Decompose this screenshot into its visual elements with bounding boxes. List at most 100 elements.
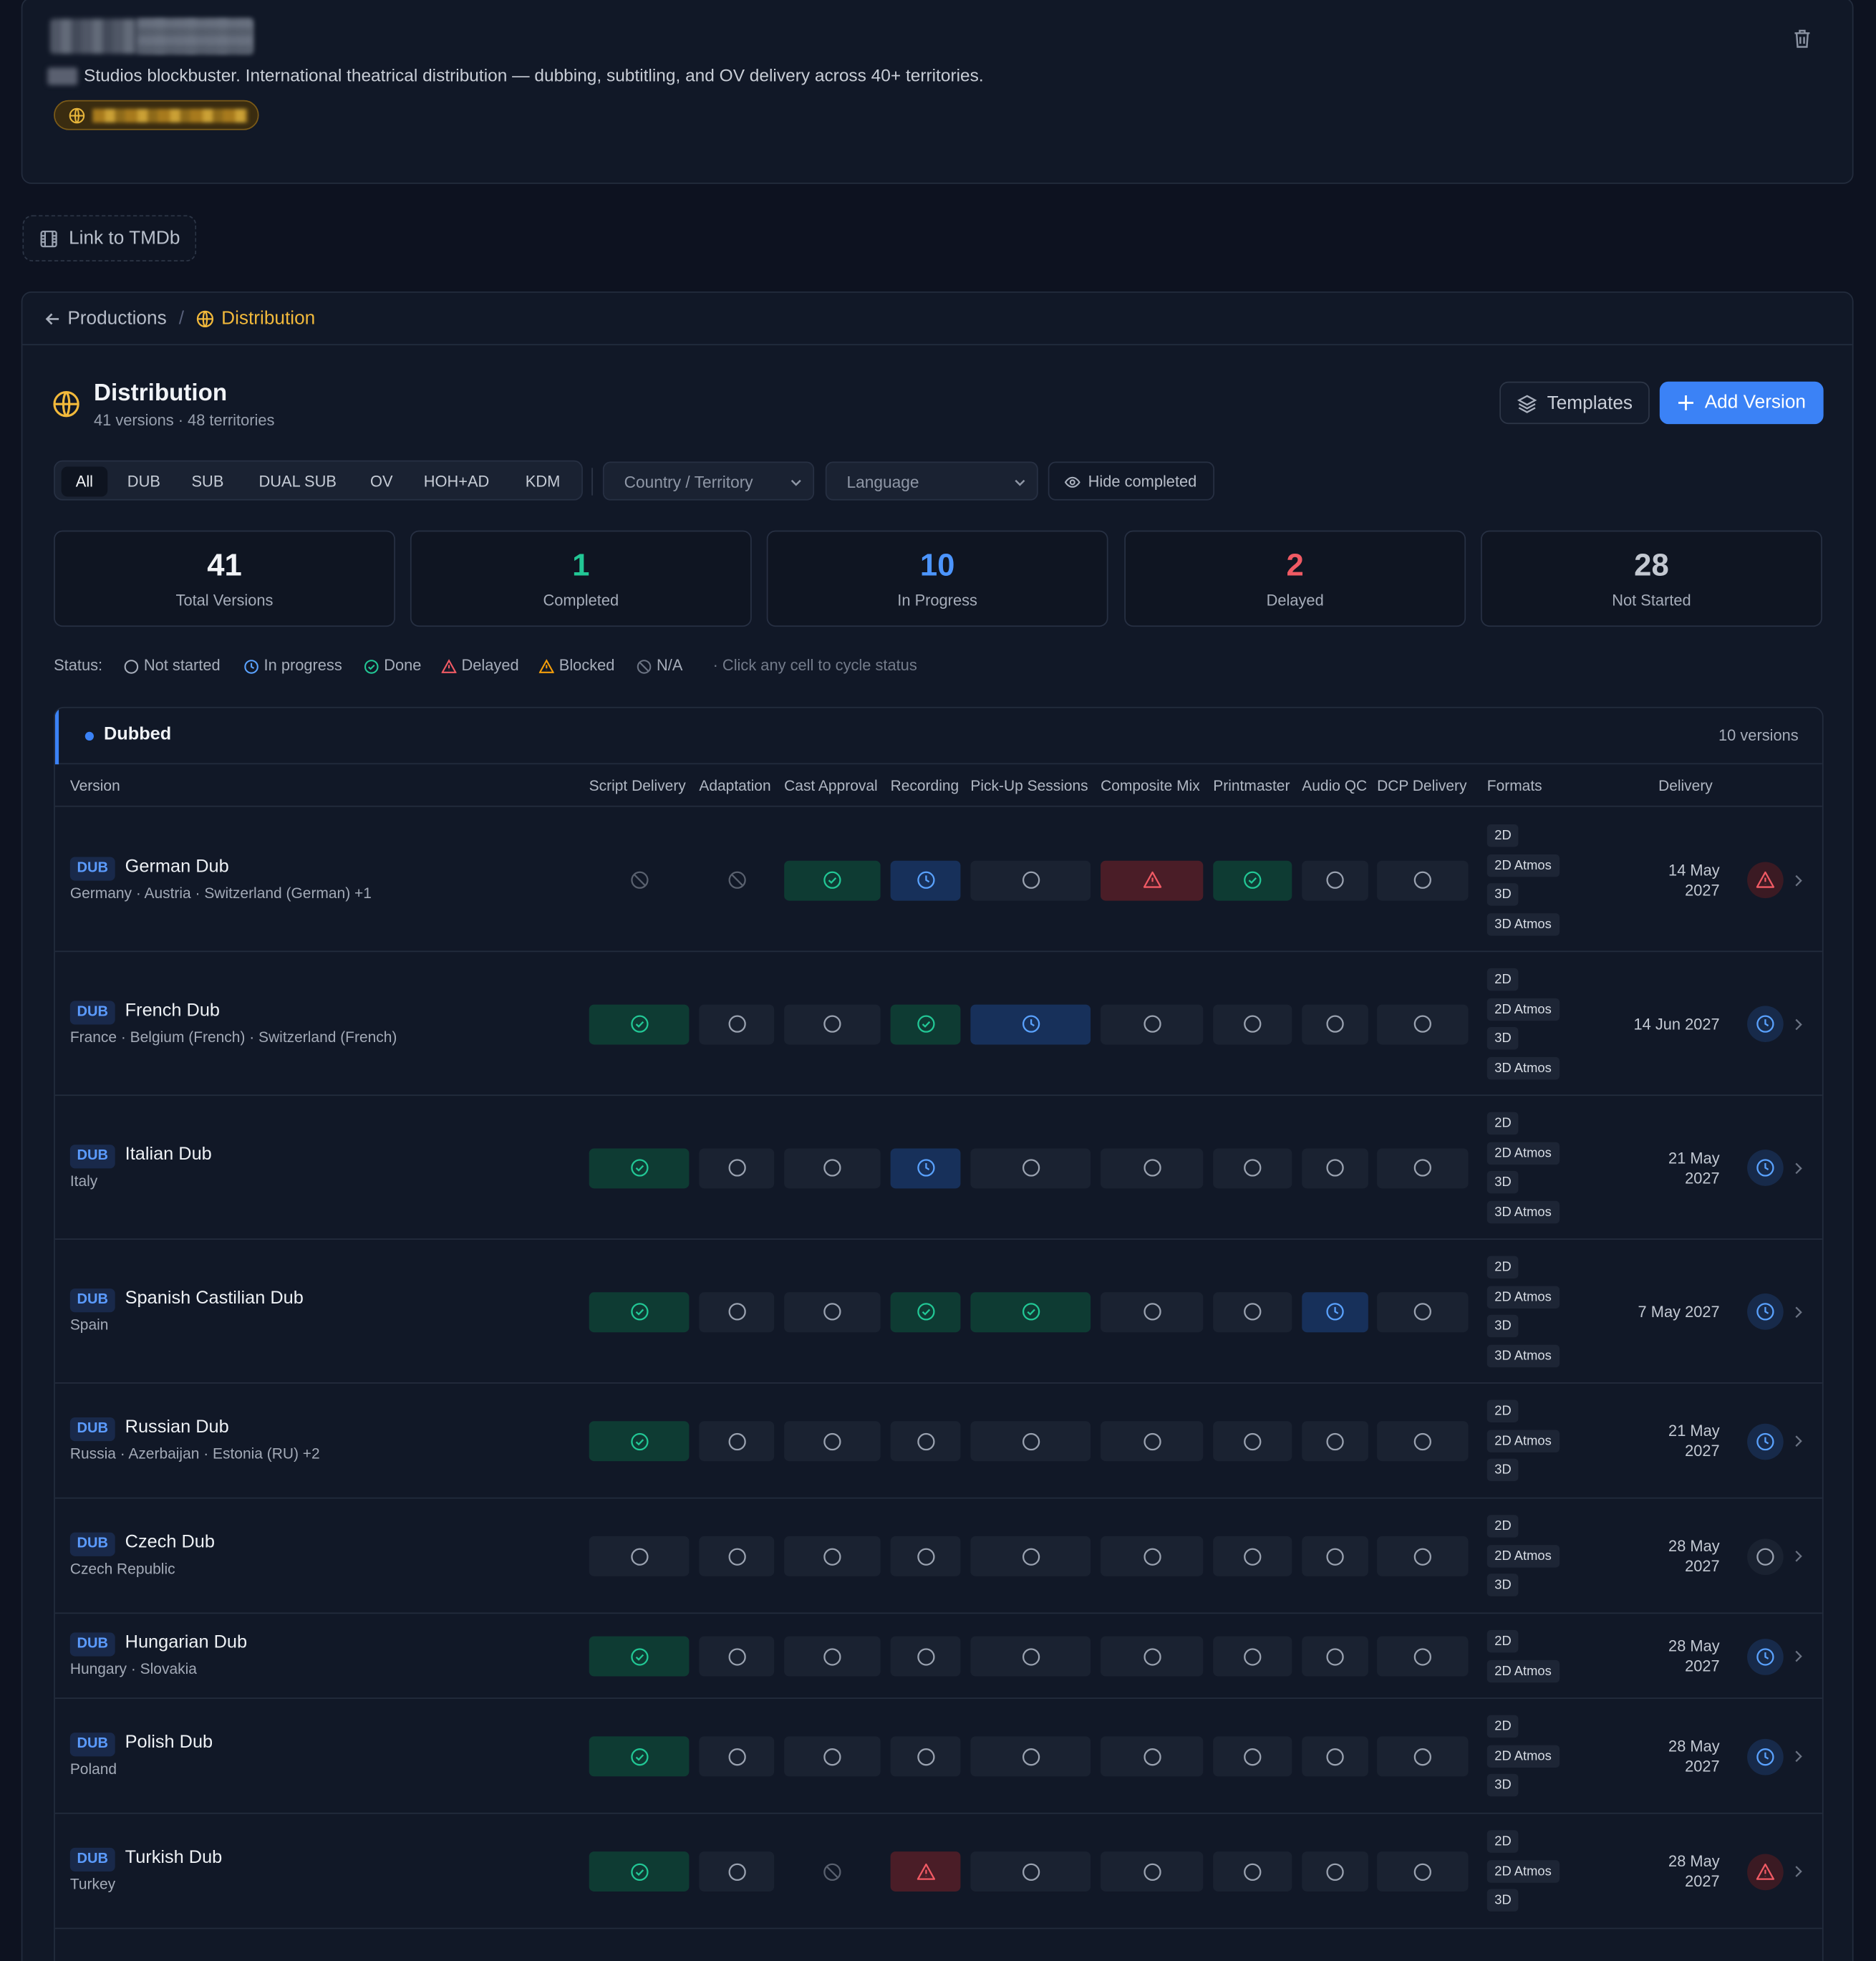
status-cell[interactable]: [890, 1536, 961, 1576]
version-name[interactable]: Hungarian Dub: [125, 1632, 247, 1652]
trash-icon[interactable]: [1794, 29, 1811, 49]
status-cell[interactable]: [1213, 1421, 1292, 1462]
status-cell[interactable]: [1302, 1736, 1368, 1777]
table-row[interactable]: DUB Czech Dub Czech Republic 2D 2D Atmos 3D 28…: [54, 1499, 1822, 1614]
arrow-left-icon[interactable]: [45, 312, 60, 327]
row-status-indicator[interactable]: [1747, 1006, 1784, 1042]
table-row[interactable]: DUB Turkish Dub Turkey 2D 2D Atmos 3D 28 May 20…: [54, 1814, 1822, 1929]
row-status-indicator[interactable]: [1747, 1293, 1784, 1330]
link-tmdb-button[interactable]: Link to TMDb: [22, 215, 197, 262]
status-cell[interactable]: [890, 1636, 961, 1677]
row-status-indicator[interactable]: [1747, 1638, 1784, 1675]
status-cell[interactable]: [589, 1736, 690, 1777]
status-cell[interactable]: [699, 1536, 775, 1576]
status-cell[interactable]: [970, 1291, 1091, 1332]
filter-ov[interactable]: OV: [360, 467, 402, 497]
status-cell[interactable]: [890, 1421, 961, 1462]
status-cell[interactable]: [970, 1736, 1091, 1777]
status-cell[interactable]: [589, 1147, 690, 1188]
status-cell[interactable]: [1377, 1291, 1469, 1332]
status-cell[interactable]: [1302, 1291, 1368, 1332]
row-status-indicator[interactable]: [1747, 1853, 1784, 1890]
status-cell[interactable]: [970, 859, 1091, 900]
chevron-right-icon[interactable]: [1794, 1650, 1804, 1662]
version-name[interactable]: Czech Dub: [125, 1533, 215, 1553]
status-cell[interactable]: [1213, 1736, 1292, 1777]
version-name[interactable]: German Dub: [125, 857, 229, 877]
status-cell[interactable]: [970, 1536, 1091, 1576]
version-name[interactable]: French Dub: [125, 1000, 220, 1020]
status-cell[interactable]: [1377, 1003, 1469, 1044]
status-cell[interactable]: [589, 1421, 690, 1462]
status-cell[interactable]: [1213, 1291, 1292, 1332]
status-cell[interactable]: [1101, 859, 1204, 900]
status-cell[interactable]: [1101, 1636, 1204, 1677]
status-cell[interactable]: [970, 1003, 1091, 1044]
country-select[interactable]: Country / Territory: [602, 461, 815, 501]
filter-sub[interactable]: SUB: [180, 467, 236, 497]
status-cell[interactable]: [1377, 1421, 1469, 1462]
templates-button[interactable]: Templates: [1499, 381, 1650, 425]
chevron-right-icon[interactable]: [1794, 1550, 1804, 1562]
status-cell[interactable]: [784, 1147, 881, 1188]
status-cell[interactable]: [784, 859, 881, 900]
version-name[interactable]: Russian Dub: [125, 1417, 229, 1437]
version-name[interactable]: Polish Dub: [125, 1733, 213, 1753]
row-status-indicator[interactable]: [1747, 1150, 1784, 1186]
status-cell[interactable]: [970, 1421, 1091, 1462]
table-row[interactable]: DUB Spanish Castilian Dub Spain 2D 2D Atmos 3…: [54, 1240, 1822, 1384]
row-status-indicator[interactable]: [1747, 862, 1784, 899]
table-row[interactable]: DUB Hungarian Dub Hungary · Slovakia 2D 2D A…: [54, 1614, 1822, 1699]
status-cell[interactable]: [1377, 1736, 1469, 1777]
breadcrumb-productions[interactable]: Productions: [67, 308, 166, 329]
chevron-right-icon[interactable]: [1794, 1865, 1804, 1877]
status-cell[interactable]: [784, 1536, 881, 1576]
version-name[interactable]: Italian Dub: [125, 1144, 212, 1164]
filter-all[interactable]: All: [61, 466, 108, 497]
status-cell[interactable]: [890, 1003, 961, 1044]
filter-hoh-ad[interactable]: HOH+AD: [410, 467, 503, 497]
status-cell[interactable]: [699, 1147, 775, 1188]
status-cell[interactable]: [589, 1636, 690, 1677]
table-row[interactable]: DUB French Dub France · Belgium (French) ·…: [54, 952, 1822, 1097]
status-cell[interactable]: [589, 1291, 690, 1332]
status-cell[interactable]: [890, 1291, 961, 1332]
status-cell[interactable]: [1101, 1003, 1204, 1044]
chevron-right-icon[interactable]: [1794, 1306, 1804, 1318]
add-version-button[interactable]: Add Version: [1659, 381, 1824, 425]
status-cell[interactable]: [784, 1003, 881, 1044]
chevron-right-icon[interactable]: [1794, 1162, 1804, 1174]
status-cell[interactable]: [699, 860, 774, 900]
status-cell[interactable]: [1101, 1421, 1204, 1462]
status-cell[interactable]: [890, 1736, 961, 1777]
version-name[interactable]: Spanish Castilian Dub: [125, 1288, 304, 1308]
status-cell[interactable]: [1302, 1421, 1368, 1462]
table-row[interactable]: DUB Polish Dub Poland 2D 2D Atmos 3D 28 May 202…: [54, 1699, 1822, 1814]
filter-dub[interactable]: DUB: [115, 467, 173, 497]
status-cell[interactable]: [1101, 1291, 1204, 1332]
status-cell[interactable]: [699, 1636, 775, 1677]
status-cell[interactable]: [784, 1636, 881, 1677]
status-cell[interactable]: [699, 1291, 775, 1332]
status-cell[interactable]: [1213, 859, 1292, 900]
filter-kdm[interactable]: KDM: [511, 467, 576, 497]
status-cell[interactable]: [890, 1851, 961, 1892]
chevron-right-icon[interactable]: [1794, 1435, 1804, 1447]
row-status-indicator[interactable]: [1747, 1538, 1784, 1575]
table-row[interactable]: DUB Russian Dub Russia · Azerbaijan · Esto…: [54, 1384, 1822, 1499]
table-row[interactable]: DUBUkrainian Dub2D28 May: [55, 1929, 1822, 1961]
status-cell[interactable]: [1377, 1636, 1469, 1677]
status-cell[interactable]: [890, 1147, 961, 1188]
row-status-indicator[interactable]: [1747, 1422, 1784, 1460]
status-cell[interactable]: [699, 1736, 775, 1777]
status-cell[interactable]: [1377, 1536, 1469, 1576]
status-cell[interactable]: [589, 1536, 690, 1576]
chevron-right-icon[interactable]: [1794, 874, 1804, 886]
status-cell[interactable]: [970, 1851, 1091, 1892]
chevron-right-icon[interactable]: [1794, 1018, 1804, 1030]
status-cell[interactable]: [970, 1636, 1091, 1677]
status-cell[interactable]: [784, 1421, 881, 1462]
status-cell[interactable]: [1302, 1536, 1368, 1576]
status-cell[interactable]: [1101, 1736, 1204, 1777]
status-cell[interactable]: [1101, 1851, 1204, 1892]
